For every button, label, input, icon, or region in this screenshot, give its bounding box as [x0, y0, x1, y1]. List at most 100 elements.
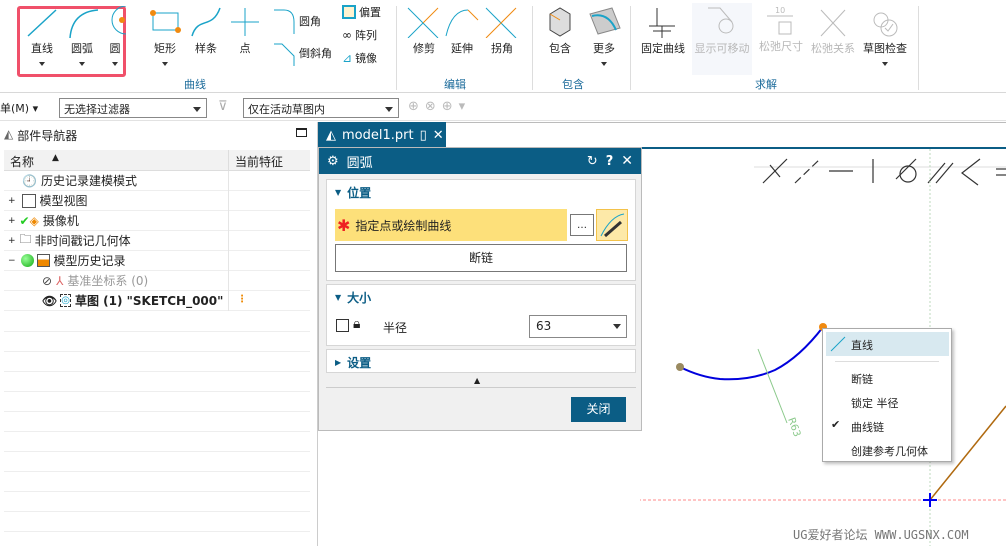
pattern-tool[interactable]: ∞ 阵列: [342, 27, 377, 43]
relax-dim-tool[interactable]: 10 松弛尺寸: [756, 4, 806, 54]
parallel-icon: [927, 162, 946, 184]
collapse-up-icon[interactable]: ▲: [474, 376, 480, 385]
spline-label: 样条: [195, 42, 217, 55]
sort-asc-icon[interactable]: ▲: [52, 153, 59, 163]
tree-item-sketch[interactable]: 👁 ◎ 草图 (1) "SKETCH_000" ⋮: [4, 291, 310, 311]
maximize-icon[interactable]: [296, 128, 307, 137]
watermark: UG爱好者论坛 WWW.UGSNX.COM: [793, 528, 969, 542]
close-dialog-icon[interactable]: ✕: [621, 153, 633, 169]
tree-item-datum-csys[interactable]: ⊘ ⅄ 基准坐标系 (0): [4, 271, 310, 291]
include-tool[interactable]: 包含: [540, 6, 580, 56]
filter-select[interactable]: 无选择过滤器: [59, 98, 207, 118]
extend-icon: [445, 9, 479, 37]
col-name[interactable]: 名称: [10, 153, 34, 170]
trim-tool[interactable]: 修剪: [404, 6, 444, 56]
constraint-toolbar: [762, 158, 1006, 186]
camera-icon: ◈: [29, 213, 39, 228]
menu-item-line[interactable]: 直线: [826, 332, 949, 356]
menu-item-create-reference[interactable]: 创建参考几何体: [851, 443, 928, 459]
point-label: 点: [239, 42, 251, 55]
hidden-eye-icon[interactable]: ⊘: [42, 274, 52, 288]
point-tool[interactable]: 点: [225, 6, 265, 56]
tab-model1[interactable]: ◭ model1.prt ▯ ✕: [318, 122, 446, 148]
tree-item-model-views[interactable]: + 模型视图: [4, 191, 310, 211]
menu-item-curve-chain[interactable]: 曲线链: [851, 419, 884, 435]
specify-point-selector[interactable]: ✱ 指定点或绘制曲线: [335, 209, 567, 241]
line-tool[interactable]: 直线: [22, 6, 62, 66]
radius-input[interactable]: 63: [529, 315, 627, 338]
tree-item-history-mode[interactable]: 🕘 历史记录建模模式: [4, 171, 310, 191]
tree-item-model-history[interactable]: − 模型历史记录: [4, 251, 310, 271]
pattern-label: 阵列: [355, 29, 377, 42]
group-solve: 求解: [755, 78, 777, 91]
nav-title-text: 部件导航器: [17, 129, 78, 143]
relax-rel-tool[interactable]: 松弛关系: [808, 6, 858, 56]
point-dialog-button[interactable]: …: [570, 214, 594, 236]
section-title: 位置: [347, 186, 372, 200]
offset-tool[interactable]: 偏置: [342, 4, 381, 20]
rectangle-tool[interactable]: 矩形: [145, 6, 185, 66]
chamfer-tool[interactable]: 倒斜角: [272, 40, 332, 66]
expand-icon[interactable]: +: [8, 236, 16, 246]
modified-icon: ▯: [419, 127, 427, 143]
part-icon: ◭: [326, 127, 336, 143]
arc-curve: [679, 326, 824, 381]
snap-icons[interactable]: ⊕⊗⊕▾: [408, 99, 471, 114]
line-icon: [27, 9, 57, 37]
nav-header: 名称 ▲ 当前特征: [4, 150, 310, 171]
close-tab-icon[interactable]: ✕: [433, 128, 444, 143]
collapse-icon[interactable]: −: [8, 256, 16, 266]
line-icon: [830, 336, 846, 352]
arc-tool[interactable]: 圆弧: [62, 6, 102, 66]
eye-icon[interactable]: 👁: [42, 294, 57, 308]
relax-relation-icon: [820, 9, 846, 37]
more-tool[interactable]: 更多: [584, 6, 624, 66]
rectangle-icon: [150, 10, 181, 33]
offset-label: 偏置: [359, 6, 381, 19]
tree-item-non-timestamp[interactable]: + 🗀 非时间戳记几何体: [4, 231, 310, 251]
section-position-header[interactable]: ▼ 位置: [327, 180, 635, 205]
expand-icon[interactable]: +: [8, 216, 16, 226]
tab-label: model1.prt: [342, 127, 414, 143]
corner-icon: [485, 7, 517, 38]
section-settings-header[interactable]: ▶ 设置: [327, 350, 635, 375]
include-label: 包含: [549, 42, 571, 55]
menu-item-lock-radius[interactable]: 锁定 半径: [851, 395, 899, 411]
lock-radius-checkbox[interactable]: [336, 319, 349, 332]
section-size-header[interactable]: ▼ 大小: [327, 285, 635, 310]
close-button[interactable]: 关闭: [571, 397, 626, 422]
tree-item-cameras[interactable]: + ✔ ◈ 摄像机: [4, 211, 310, 231]
group-edit: 编辑: [444, 78, 466, 91]
scope-select[interactable]: 仅在活动草图内: [243, 98, 399, 118]
reset-icon[interactable]: ↻: [587, 154, 598, 169]
pattern-icon: ∞: [342, 28, 352, 42]
filter-reset-icon[interactable]: ⊽: [218, 99, 228, 114]
folder-icon: 🗀: [19, 232, 32, 246]
extend-tool[interactable]: 延伸: [442, 6, 482, 56]
mirror-tool[interactable]: ⊿ 镜像: [342, 50, 377, 66]
menu-button[interactable]: 单(M) ▾: [0, 100, 38, 116]
trim-label: 修剪: [413, 42, 435, 55]
help-icon[interactable]: ?: [606, 154, 614, 169]
sketch-check-tool[interactable]: 草图检查: [860, 6, 910, 66]
arc-start-point: [676, 363, 684, 371]
col-feature[interactable]: 当前特征: [228, 150, 289, 171]
part-navigator: ◭ 部件导航器 名称 ▲ 当前特征 🕘 历史记录建模模式 + 模型视图 + ✔ ◈ 摄像机 …: [0, 122, 318, 546]
radius-dimension-label: R63: [785, 416, 802, 438]
expand-icon[interactable]: +: [8, 196, 16, 206]
spline-tool[interactable]: 样条: [186, 6, 226, 56]
fix-curve-tool[interactable]: 固定曲线: [638, 6, 688, 56]
sketch-icon: ◎: [60, 294, 71, 307]
sketch-curve-button[interactable]: [596, 209, 628, 241]
radius-dimension-line: [757, 348, 788, 424]
relax-dim-label: 松弛尺寸: [759, 40, 803, 53]
break-chain-button[interactable]: 断链: [335, 244, 627, 272]
fillet-label: 圆角: [299, 15, 321, 28]
menu-item-break-chain[interactable]: 断链: [851, 371, 873, 387]
fillet-tool[interactable]: 圆角: [272, 8, 321, 34]
tree-label: 非时间戳记几何体: [34, 234, 131, 248]
dialog-separator: [326, 387, 636, 388]
circle-tool[interactable]: 圆: [104, 6, 126, 66]
corner-tool[interactable]: 拐角: [482, 6, 522, 56]
show-movable-tool[interactable]: 显示可移动: [692, 3, 752, 75]
